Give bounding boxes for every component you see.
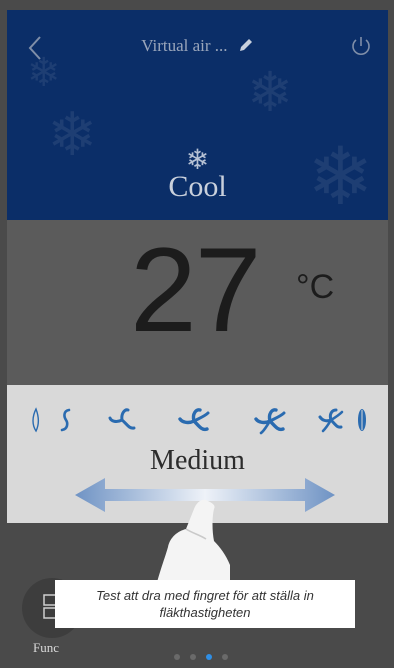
fan-level-6-icon[interactable] [318, 407, 344, 433]
pencil-icon[interactable] [238, 37, 254, 53]
page-dot[interactable] [174, 654, 180, 660]
mode-header: ❄ ❄ ❄ ❄ Virtual air ... ❄ Cool [7, 10, 388, 220]
snowflake-decoration-icon: ❄ [247, 60, 294, 124]
temperature-value: 27 [130, 223, 261, 357]
temperature-unit: °C [296, 268, 335, 306]
fan-speed-label: Medium [150, 445, 245, 476]
power-icon[interactable] [350, 35, 372, 57]
fan-level-4-icon[interactable] [177, 407, 211, 435]
page-title: Virtual air ... [141, 36, 228, 55]
page-dot-active[interactable] [206, 654, 212, 660]
fan-level-2-icon[interactable] [60, 407, 72, 433]
fan-level-1-icon[interactable] [31, 407, 41, 433]
page-title-row[interactable]: Virtual air ... [7, 36, 388, 56]
fan-level-3-icon[interactable] [107, 407, 137, 433]
fan-level-5-icon[interactable] [254, 407, 286, 435]
page-indicator [174, 654, 234, 662]
fan-level-7-icon[interactable] [357, 407, 367, 433]
hint-text: Test att dra med fingret för att ställa … [96, 588, 314, 620]
func-label: Func [33, 640, 59, 655]
mode-label: Cool [168, 170, 227, 203]
hint-tooltip: Test att dra med fingret för att ställa … [55, 580, 355, 628]
page-dot[interactable] [190, 654, 196, 660]
page-dot[interactable] [222, 654, 228, 660]
